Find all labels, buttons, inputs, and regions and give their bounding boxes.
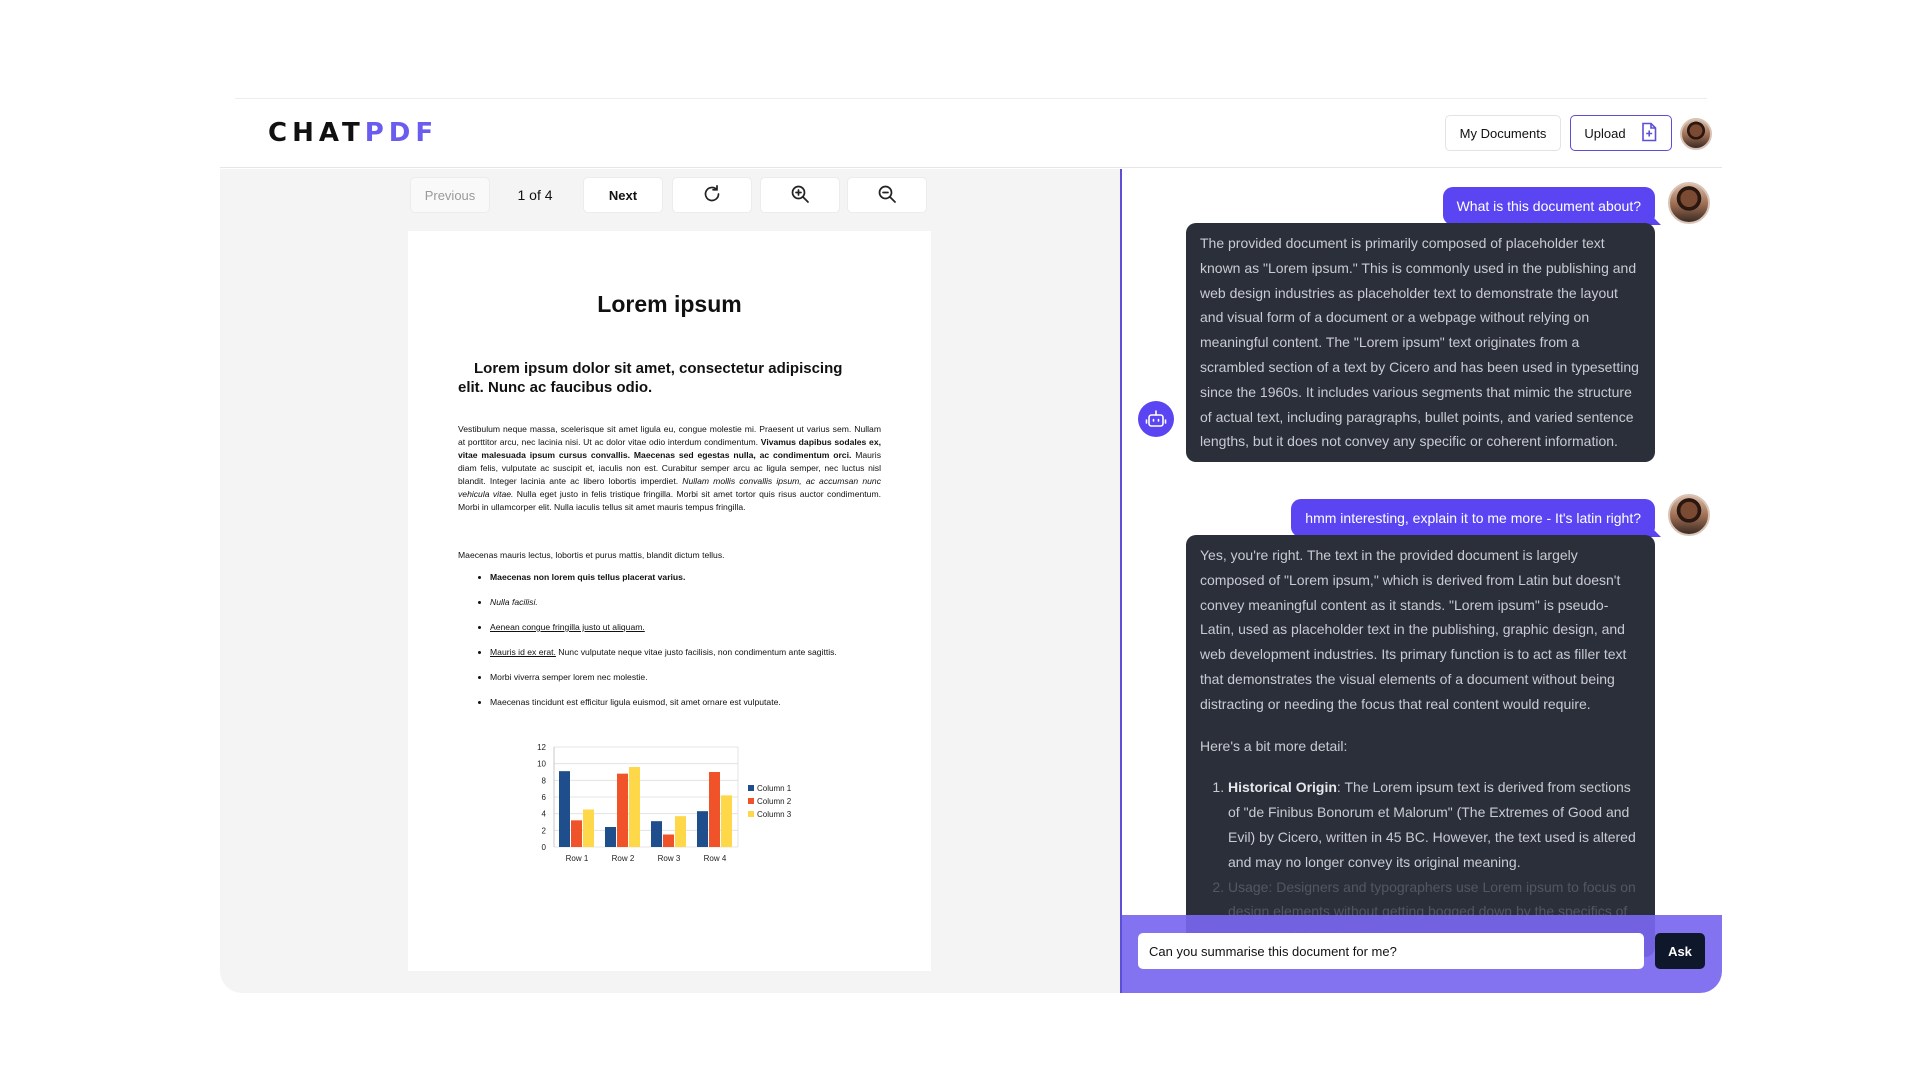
list-item-link[interactable]: Aenean congue fringilla justo ut aliquam… bbox=[490, 622, 645, 632]
chart-x-tick-label: Row 2 bbox=[612, 854, 635, 863]
chart-legend-swatch bbox=[748, 811, 754, 817]
assistant-message-text: Yes, you're right. The text in the provi… bbox=[1200, 547, 1627, 712]
assistant-message: Yes, you're right. The text in the provi… bbox=[1186, 535, 1655, 957]
document-paragraph-2: Maecenas mauris lectus, lobortis et puru… bbox=[458, 550, 725, 560]
page-indicator: 1 of 4 bbox=[517, 187, 553, 203]
header: CHATPDF My Documents Upload bbox=[220, 98, 1722, 168]
chat-pane: What is this document about? The provide… bbox=[1120, 169, 1722, 993]
chart-bar bbox=[559, 771, 570, 847]
chart-y-tick-label: 2 bbox=[542, 826, 547, 835]
file-upload-icon bbox=[1640, 122, 1658, 145]
logo-main: CHAT bbox=[268, 118, 365, 148]
logo[interactable]: CHATPDF bbox=[268, 118, 438, 148]
chart-x-tick-label: Row 3 bbox=[658, 854, 681, 863]
zoom-in-icon bbox=[790, 184, 810, 207]
previous-page-button[interactable]: Previous bbox=[410, 177, 490, 213]
refresh-icon bbox=[702, 184, 722, 207]
upload-label: Upload bbox=[1584, 125, 1626, 141]
para-text: Nulla eget justo in felis tristique frin… bbox=[458, 489, 881, 512]
chart-bar bbox=[583, 809, 594, 847]
chart-bar bbox=[617, 773, 628, 847]
list-item-text: Morbi viverra semper lorem nec molestie. bbox=[490, 672, 648, 682]
list-item: Historical Origin: The Lorem ipsum text … bbox=[1228, 775, 1641, 874]
ask-button[interactable]: Ask bbox=[1655, 933, 1705, 969]
logo-accent: PDF bbox=[364, 118, 439, 148]
list-item-text: Maecenas non lorem quis tellus placerat … bbox=[490, 572, 686, 582]
my-documents-button[interactable]: My Documents bbox=[1445, 115, 1561, 151]
chart-bar bbox=[697, 811, 708, 847]
user-message: What is this document about? bbox=[1442, 187, 1655, 225]
assistant-message-text: Here's a bit more detail: bbox=[1200, 737, 1348, 754]
zoom-out-button[interactable] bbox=[847, 177, 927, 213]
chart-bar bbox=[629, 767, 640, 847]
question-input[interactable] bbox=[1138, 933, 1644, 969]
chart-y-tick-label: 10 bbox=[537, 760, 546, 769]
zoom-in-button[interactable] bbox=[760, 177, 840, 213]
document-subtitle: Lorem ipsum dolor sit amet, consectetur … bbox=[458, 360, 843, 396]
document-paragraph: Vestibulum neque massa, scelerisque sit … bbox=[458, 423, 881, 514]
document-title: Lorem ipsum bbox=[597, 291, 742, 317]
user-avatar bbox=[1668, 182, 1710, 224]
chart-legend-swatch bbox=[748, 785, 754, 791]
chart-y-tick-label: 4 bbox=[542, 810, 547, 819]
list-item: Morbi viverra semper lorem nec molestie. bbox=[490, 671, 881, 684]
chart-legend-label: Column 3 bbox=[757, 810, 792, 819]
zoom-out-icon bbox=[877, 184, 897, 207]
upload-button[interactable]: Upload bbox=[1570, 115, 1672, 151]
list-item: Maecenas tincidunt est efficitur ligula … bbox=[490, 696, 881, 709]
assistant-message-text: The provided document is primarily compo… bbox=[1200, 235, 1639, 450]
chart-bar bbox=[663, 834, 674, 847]
embedded-bar-chart: 0 2 4 6 8 10 12 Row 1 Row 2 Row 3 Row 4 Column 1 Col… bbox=[537, 743, 792, 863]
chart-bar bbox=[605, 827, 616, 847]
chart-bar bbox=[709, 772, 720, 847]
chart-bar bbox=[651, 821, 662, 847]
list-item: Aenean congue fringilla justo ut aliquam… bbox=[490, 621, 881, 634]
chart-bar bbox=[721, 795, 732, 847]
chart-legend-label: Column 2 bbox=[757, 797, 792, 806]
pdf-page: Lorem ipsum Lorem ipsum dolor sit amet, … bbox=[408, 231, 931, 971]
user-message-text: What is this document about? bbox=[1456, 198, 1641, 214]
refresh-button[interactable] bbox=[672, 177, 752, 213]
user-avatar bbox=[1668, 494, 1710, 536]
robot-icon bbox=[1138, 401, 1174, 437]
list-item: Mauris id ex erat. Nunc vulputate neque … bbox=[490, 646, 881, 659]
chart-y-tick-label: 12 bbox=[537, 743, 546, 752]
assistant-message: The provided document is primarily compo… bbox=[1186, 223, 1655, 463]
user-avatar[interactable] bbox=[1680, 118, 1712, 150]
chart-y-tick-label: 8 bbox=[542, 776, 547, 785]
chart-y-tick-label: 0 bbox=[542, 843, 547, 852]
list-item-text: Nunc vulputate neque vitae justo facilis… bbox=[555, 647, 837, 657]
list-item: Nulla facilisi. bbox=[490, 596, 881, 609]
list-item-title: Historical Origin bbox=[1228, 779, 1337, 796]
chart-legend-swatch bbox=[748, 798, 754, 804]
user-message-text: hmm interesting, explain it to me more -… bbox=[1305, 510, 1641, 526]
document-bullet-list: Maecenas non lorem quis tellus placerat … bbox=[490, 571, 881, 721]
app-window: CHATPDF My Documents Upload Previous 1 o… bbox=[220, 98, 1722, 993]
chart-x-tick-label: Row 1 bbox=[566, 854, 589, 863]
next-page-button[interactable]: Next bbox=[583, 177, 663, 213]
chart-legend-label: Column 1 bbox=[757, 784, 792, 793]
list-item-text: Nulla facilisi. bbox=[490, 597, 538, 607]
list-item-link[interactable]: Mauris id ex erat. bbox=[490, 647, 556, 657]
chart-bar bbox=[675, 816, 686, 847]
list-item: Maecenas non lorem quis tellus placerat … bbox=[490, 571, 881, 584]
ask-bar: Ask bbox=[1122, 915, 1722, 993]
chart-x-tick-label: Row 4 bbox=[704, 854, 727, 863]
list-item-text: Maecenas tincidunt est efficitur ligula … bbox=[490, 697, 781, 707]
chart-y-tick-label: 6 bbox=[542, 793, 547, 802]
pdf-viewer-pane: Previous 1 of 4 Next Lorem ipsum Lorem i… bbox=[220, 169, 1120, 993]
chart-bar bbox=[571, 820, 582, 847]
user-message: hmm interesting, explain it to me more -… bbox=[1291, 499, 1655, 537]
